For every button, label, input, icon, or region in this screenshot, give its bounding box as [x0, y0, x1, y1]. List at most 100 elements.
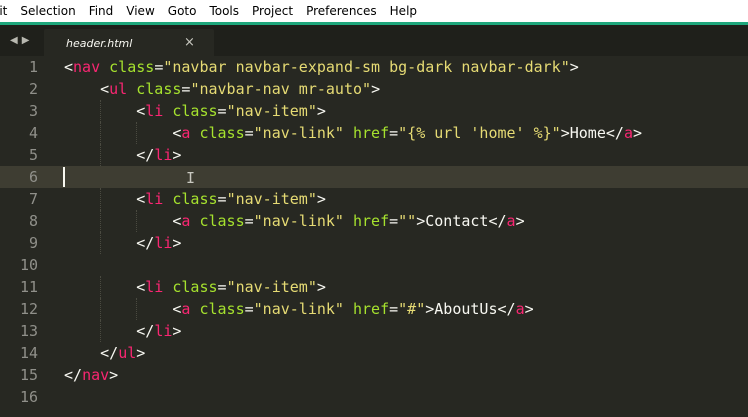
line-number: 7: [28, 190, 38, 208]
code-token: =: [217, 102, 227, 120]
line-number: 12: [19, 300, 38, 318]
code-token: "nav-link": [253, 124, 344, 142]
menu-goto[interactable]: Goto: [162, 0, 204, 22]
code-token: =: [389, 300, 399, 318]
menu-edit[interactable]: lit: [0, 0, 14, 22]
code-token: li: [145, 102, 164, 120]
code-token: li: [154, 146, 173, 164]
menu-find[interactable]: Find: [83, 0, 121, 22]
code-line: </nav>: [64, 364, 118, 386]
code-token: >: [632, 124, 642, 142]
code-token: >: [136, 344, 146, 362]
code-token: >: [316, 102, 326, 120]
code-token: <: [64, 278, 146, 296]
menu-help[interactable]: Help: [384, 0, 424, 22]
line-number: 15: [19, 366, 38, 384]
indent-guide: [100, 320, 102, 342]
code-token: "": [398, 212, 417, 230]
code-token: class: [109, 58, 155, 76]
line-number: 14: [19, 344, 38, 362]
code-line: <li class="nav-item">: [64, 100, 326, 122]
menu-selection[interactable]: Selection: [14, 0, 82, 22]
code-token: li: [154, 234, 173, 252]
code-token: a: [506, 212, 516, 230]
menu-tools[interactable]: Tools: [203, 0, 246, 22]
code-token: href: [353, 300, 390, 318]
code-token: >: [172, 146, 182, 164]
tab-header-html[interactable]: header.html ×: [44, 29, 214, 56]
code-token: "navbar navbar-expand-sm bg-dark navbar-…: [163, 58, 570, 76]
code-token: >Contact</: [416, 212, 507, 230]
code-line: <a class="nav-link" href="#">AboutUs</a>: [64, 298, 533, 320]
code-token: =: [154, 58, 164, 76]
line-number: 4: [28, 124, 38, 142]
code-token: "nav-item": [226, 102, 317, 120]
line-number: 6: [28, 168, 38, 186]
triangle-right-icon[interactable]: ▶: [22, 35, 30, 46]
code-editor[interactable]: 1 2 3 4 5 6 7 8 9 10 11 12 13 14 15 16 <nav class="navb…: [0, 56, 748, 417]
indent-guide: [136, 122, 138, 144]
code-token: >: [371, 80, 381, 98]
code-token: >Home</: [560, 124, 624, 142]
code-token: <: [64, 102, 146, 120]
menu-view[interactable]: View: [120, 0, 161, 22]
code-token: =: [244, 300, 254, 318]
code-token: <: [64, 58, 74, 76]
code-line: <ul class="navbar-nav mr-auto">: [64, 78, 380, 100]
line-number: 1: [28, 58, 38, 76]
code-token: =: [244, 212, 254, 230]
line-number: 3: [28, 102, 38, 120]
code-token: class: [136, 80, 182, 98]
code-token: <: [64, 212, 182, 230]
menu-project[interactable]: Project: [246, 0, 300, 22]
menu-preferences[interactable]: Preferences: [300, 0, 384, 22]
code-token: li: [145, 278, 164, 296]
code-token: </: [64, 322, 155, 340]
code-token: =: [244, 124, 254, 142]
line-number: 9: [28, 234, 38, 252]
code-token: </: [64, 146, 155, 164]
code-token: =: [217, 190, 227, 208]
code-token: class: [199, 124, 245, 142]
line-number: 13: [19, 322, 38, 340]
code-token: "nav-item": [226, 278, 317, 296]
code-token: class: [172, 190, 218, 208]
code-line: </li>: [64, 232, 181, 254]
menu-bar: lit Selection Find View Goto Tools Proje…: [0, 0, 748, 22]
code-token: >: [172, 234, 182, 252]
code-token: >: [316, 278, 326, 296]
code-token: =: [389, 212, 399, 230]
code-token: a: [623, 124, 633, 142]
indent-guide: [100, 232, 102, 254]
indent-guide: [100, 100, 102, 122]
code-token: =: [217, 278, 227, 296]
code-token: >AboutUs</: [425, 300, 516, 318]
tab-bar: ◀ ▶ header.html ×: [0, 25, 748, 56]
code-token: <: [64, 80, 110, 98]
tab-filename: header.html: [66, 37, 133, 50]
triangle-left-icon[interactable]: ◀: [10, 35, 18, 46]
code-token: <: [64, 124, 182, 142]
code-line: <a class="nav-link" href="">Contact</a>: [64, 210, 525, 232]
line-number: 5: [28, 146, 38, 164]
line-number: 8: [28, 212, 38, 230]
code-token: >: [316, 190, 326, 208]
code-token: >: [515, 212, 525, 230]
code-token: li: [145, 190, 164, 208]
code-token: href: [353, 124, 390, 142]
code-line: </ul>: [64, 342, 145, 364]
indent-guide: [100, 188, 102, 210]
code-token: </: [64, 344, 119, 362]
close-icon[interactable]: ×: [184, 35, 195, 50]
line-number: 16: [19, 388, 38, 406]
code-line: <li class="nav-item">: [64, 188, 326, 210]
code-line: </li>: [64, 144, 181, 166]
code-token: nav: [82, 366, 110, 384]
code-token: class: [199, 300, 245, 318]
code-token: class: [199, 212, 245, 230]
